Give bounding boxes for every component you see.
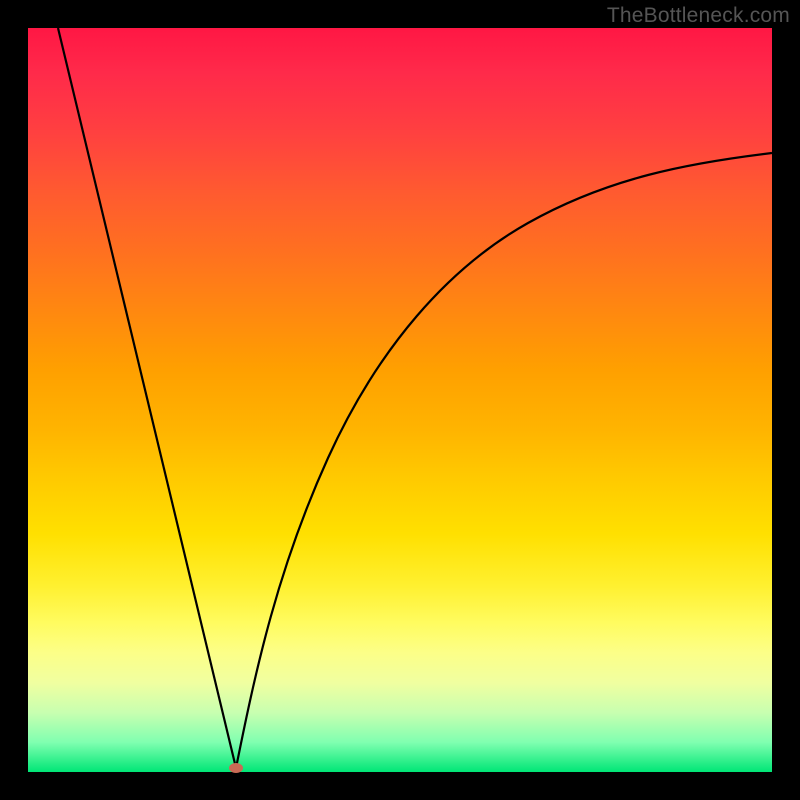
optimal-point-marker <box>229 763 243 773</box>
curve-right-branch <box>236 153 772 768</box>
chart-plot-area <box>28 28 772 772</box>
bottleneck-curve <box>28 28 772 772</box>
watermark-text: TheBottleneck.com <box>607 4 790 28</box>
curve-left-branch <box>58 28 236 768</box>
